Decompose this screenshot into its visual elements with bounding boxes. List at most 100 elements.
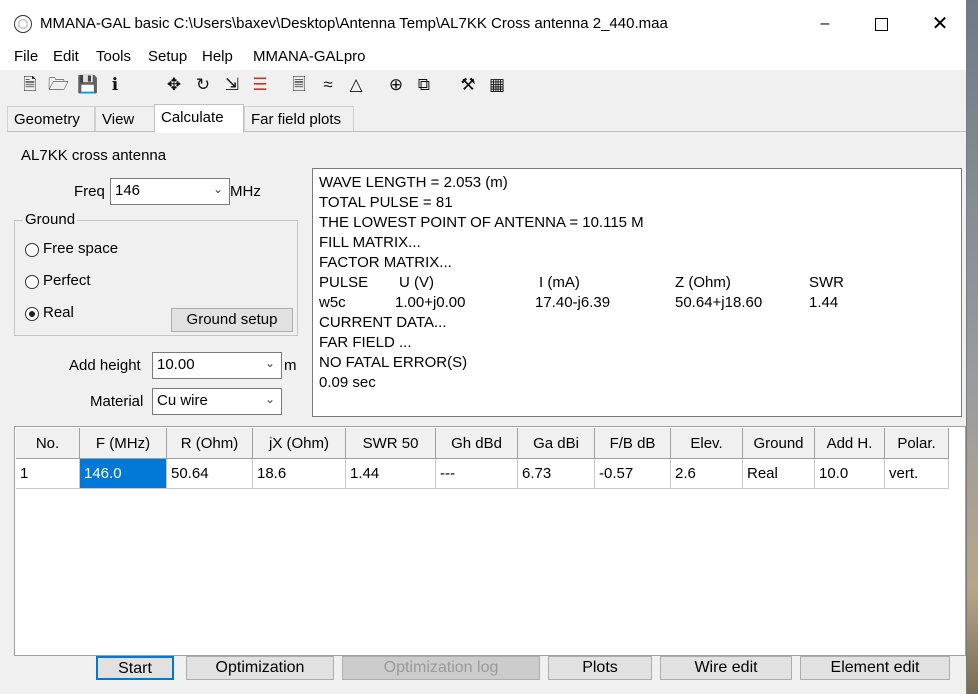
calculator-icon[interactable]: ▦ xyxy=(487,75,507,95)
column-header-ground[interactable]: Ground xyxy=(743,428,815,459)
move-icon[interactable]: ✥ xyxy=(164,75,184,95)
menu-tools[interactable]: Tools xyxy=(96,48,131,65)
table-cell-gh-dbd[interactable]: --- xyxy=(436,459,518,489)
compare-icon[interactable]: ≈ xyxy=(318,75,338,95)
menu-file[interactable]: File xyxy=(14,48,38,65)
freq-unit: MHz xyxy=(230,183,261,200)
app-window: MMANA-GAL basic C:\Users\baxev\Desktop\A… xyxy=(0,0,967,694)
minimize-button[interactable]: – xyxy=(810,12,840,36)
tab-calculate[interactable]: Calculate xyxy=(154,104,244,133)
table-cell-jx[interactable]: 18.6 xyxy=(253,459,346,489)
column-header-no[interactable]: No. xyxy=(16,428,80,459)
table-cell-fb-db[interactable]: -0.57 xyxy=(595,459,671,489)
element-edit-button[interactable]: Element edit xyxy=(800,656,950,680)
menu-bar: File Edit Tools Setup Help MMANA-GALpro xyxy=(0,44,966,70)
info-icon[interactable]: ℹ xyxy=(105,75,125,95)
radio-free-space[interactable] xyxy=(25,243,39,257)
output-line: NO FATAL ERROR(S) xyxy=(319,354,468,371)
pulse-value-i: 17.40-j6.39 xyxy=(535,294,611,311)
column-header-elev[interactable]: Elev. xyxy=(671,428,743,459)
bottom-button-bar: Start Optimization Optimization log Plot… xyxy=(0,656,966,694)
radio-real-label: Real xyxy=(43,304,74,321)
ground-groupbox: Ground Free space Perfect Real Ground se… xyxy=(14,211,298,336)
tab-far-field-plots[interactable]: Far field plots xyxy=(244,106,354,131)
table-cell-no[interactable]: 1 xyxy=(16,459,80,489)
add-height-value: 10.00 xyxy=(157,356,195,373)
pulse-header-i: I (mA) xyxy=(539,274,580,291)
plots-button[interactable]: Plots xyxy=(548,656,652,680)
chevron-down-icon: ⌄ xyxy=(212,182,223,196)
window-title: MMANA-GAL basic C:\Users\baxev\Desktop\A… xyxy=(40,15,668,32)
material-label: Material xyxy=(90,393,144,410)
save-icon[interactable]: 💾 xyxy=(77,75,98,95)
ground-legend: Ground xyxy=(23,211,78,228)
table-cell-add-h[interactable]: 10.0 xyxy=(815,459,885,489)
column-header-polar[interactable]: Polar. xyxy=(885,428,949,459)
ground-setup-button[interactable]: Ground setup xyxy=(171,308,293,332)
calculation-output[interactable]: WAVE LENGTH = 2.053 (m) TOTAL PULSE = 81… xyxy=(312,168,962,417)
output-line: 0.09 sec xyxy=(319,374,376,391)
target-icon[interactable]: ⊕ xyxy=(386,75,406,95)
ladder-icon[interactable]: ☰ xyxy=(250,75,270,95)
pulse-value-z: 50.64+j18.60 xyxy=(675,294,763,311)
radio-perfect-label: Perfect xyxy=(43,272,91,289)
radio-free-space-label: Free space xyxy=(43,240,119,257)
column-header-r[interactable]: R (Ohm) xyxy=(167,428,253,459)
open-folder-icon[interactable]: 🗁 xyxy=(48,75,69,95)
radio-perfect[interactable] xyxy=(25,275,39,289)
material-value: Cu wire xyxy=(157,392,208,409)
column-header-fb-db[interactable]: F/B dB xyxy=(595,428,671,459)
pulse-value-u: 1.00+j0.00 xyxy=(395,294,466,311)
output-line: CURRENT DATA... xyxy=(319,314,447,331)
column-header-gh-dbd[interactable]: Gh dBd xyxy=(436,428,518,459)
antenna-name: AL7KK cross antenna xyxy=(21,147,167,164)
start-button[interactable]: Start xyxy=(96,656,174,680)
freq-value: 146 xyxy=(115,182,141,199)
table-cell-swr50[interactable]: 1.44 xyxy=(346,459,436,489)
tab-geometry[interactable]: Geometry xyxy=(7,106,95,131)
radio-real[interactable] xyxy=(25,307,39,321)
material-combo[interactable]: Cu wire ⌄ xyxy=(152,388,282,415)
output-line: FACTOR MATRIX... xyxy=(319,254,452,271)
freq-combo[interactable]: 146 ⌄ xyxy=(110,178,230,205)
table-cell-r[interactable]: 50.64 xyxy=(167,459,253,489)
optimization-log-button[interactable]: Optimization log xyxy=(342,656,540,680)
maximize-icon xyxy=(874,18,888,31)
stretch-icon[interactable]: ⇲ xyxy=(222,75,242,95)
chevron-down-icon: ⌄ xyxy=(264,392,275,406)
close-button[interactable]: ✕ xyxy=(925,12,955,36)
menu-setup[interactable]: Setup xyxy=(148,48,187,65)
wire-edit-button[interactable]: Wire edit xyxy=(660,656,792,680)
tools-icon[interactable]: ⚒ xyxy=(458,75,478,95)
table-cell-polar[interactable]: vert. xyxy=(885,459,949,489)
output-line: w5c xyxy=(319,294,346,311)
new-file-icon[interactable]: 🗎 xyxy=(20,75,40,95)
column-header-add-h[interactable]: Add H. xyxy=(815,428,885,459)
optimization-button[interactable]: Optimization xyxy=(186,656,334,680)
column-header-jx[interactable]: jX (Ohm) xyxy=(253,428,346,459)
maximize-button[interactable] xyxy=(866,12,896,36)
table-cell-ga-dbi[interactable]: 6.73 xyxy=(518,459,595,489)
menu-edit[interactable]: Edit xyxy=(53,48,79,65)
menu-mmana-galpro[interactable]: MMANA-GALpro xyxy=(253,48,366,65)
freq-label: Freq xyxy=(74,183,105,200)
rotate-icon[interactable]: ↻ xyxy=(193,75,213,95)
table-cell-ground[interactable]: Real xyxy=(743,459,815,489)
triangle-icon[interactable]: △ xyxy=(346,75,366,95)
table-cell-elev[interactable]: 2.6 xyxy=(671,459,743,489)
column-header-ga-dbi[interactable]: Ga dBi xyxy=(518,428,595,459)
copy-icon[interactable]: ⧉ xyxy=(414,75,434,95)
tab-view[interactable]: View xyxy=(95,106,155,131)
add-height-label: Add height xyxy=(69,357,141,374)
results-table: No. F (MHz) R (Ohm) jX (Ohm) SWR 50 Gh d… xyxy=(14,426,966,656)
pulse-header-z: Z (Ohm) xyxy=(675,274,731,291)
table-cell-freq[interactable]: 146.0 xyxy=(80,459,167,489)
add-height-combo[interactable]: 10.00 ⌄ xyxy=(152,352,282,379)
column-header-freq[interactable]: F (MHz) xyxy=(80,428,167,459)
output-line: WAVE LENGTH = 2.053 (m) xyxy=(319,174,508,191)
column-header-swr50[interactable]: SWR 50 xyxy=(346,428,436,459)
document-icon[interactable]: 🗏 xyxy=(289,75,309,95)
title-bar: MMANA-GAL basic C:\Users\baxev\Desktop\A… xyxy=(0,0,966,44)
menu-help[interactable]: Help xyxy=(202,48,233,65)
output-line: PULSE xyxy=(319,274,369,291)
